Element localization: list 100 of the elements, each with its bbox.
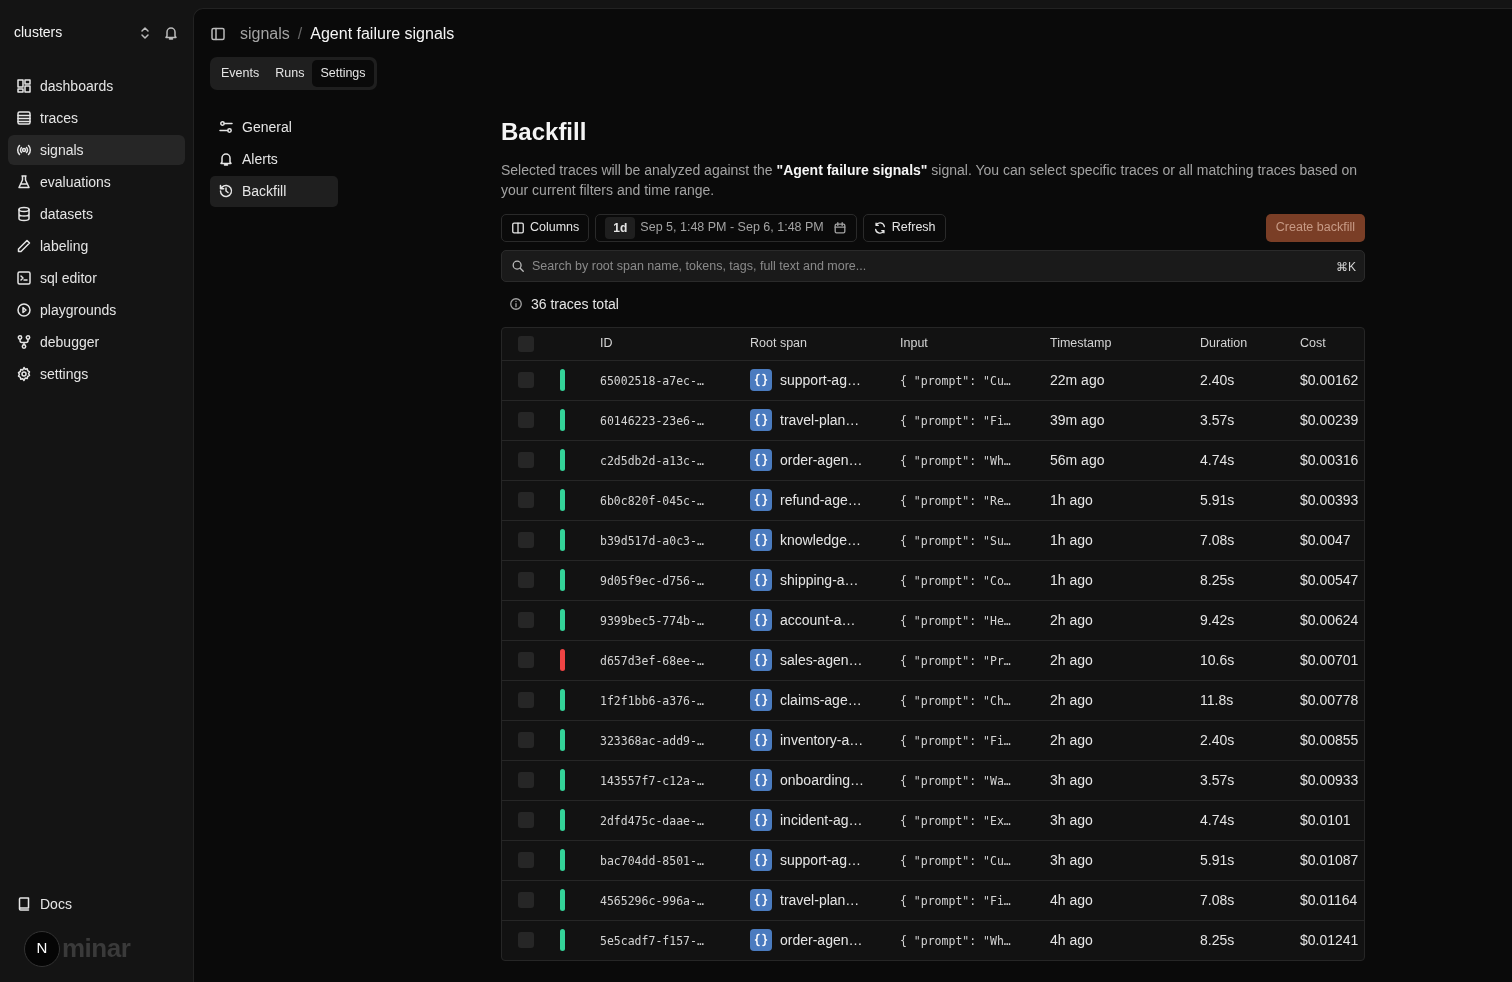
docs-link[interactable]: Docs — [8, 889, 185, 919]
tab[interactable]: Settings — [312, 60, 374, 87]
root-span-name: order-agen… — [780, 930, 863, 950]
timestamp: 4h ago — [1050, 891, 1093, 908]
input-preview: { "prompt": "Cu… — [900, 853, 1011, 868]
braces-icon — [750, 769, 772, 792]
broadcast-icon — [16, 142, 32, 158]
input-preview: { "prompt": "Cu… — [900, 373, 1011, 388]
timestamp: 3h ago — [1050, 771, 1093, 788]
duration: 3.57s — [1200, 771, 1235, 788]
braces-icon — [750, 849, 772, 872]
cost: $0.00316 — [1300, 451, 1359, 468]
settings-nav-item[interactable]: General — [210, 111, 338, 143]
trace-id[interactable]: 9d05f9ec-d756-… — [600, 573, 704, 588]
book-icon — [16, 896, 32, 912]
trace-id[interactable]: 5e5cadf7-f157-… — [600, 933, 704, 948]
duration: 7.08s — [1200, 891, 1235, 908]
timestamp: 22m ago — [1050, 371, 1105, 388]
cost: $0.01241 — [1300, 931, 1359, 948]
info-icon — [509, 297, 523, 312]
workspace-name[interactable]: clusters — [14, 22, 137, 43]
timestamp: 2h ago — [1050, 651, 1093, 668]
cost: $0.0101 — [1300, 811, 1351, 828]
sidebar-item[interactable]: evaluations — [8, 167, 185, 197]
trace-id[interactable]: 9399bec5-774b-… — [600, 613, 704, 628]
column-header: Timestamp — [1050, 335, 1113, 353]
duration: 11.8s — [1200, 691, 1234, 708]
timestamp: 3h ago — [1050, 851, 1093, 868]
refresh-button[interactable]: Refresh — [862, 213, 946, 242]
cost: $0.00547 — [1300, 571, 1359, 588]
sidebar-item[interactable]: dashboards — [8, 71, 185, 101]
braces-icon — [750, 609, 772, 632]
timestamp: 2h ago — [1050, 691, 1093, 708]
duration: 2.40s — [1200, 371, 1235, 388]
sidebar-item[interactable]: playgrounds — [8, 295, 185, 325]
root-span-name: order-agen… — [780, 450, 863, 470]
breadcrumb-link[interactable]: signals — [240, 22, 290, 46]
sidebar-item[interactable]: labeling — [8, 231, 185, 261]
description: Selected traces will be analyzed against the "Agent failure signals" signal. You can select specific traces or all matching traces based on your current filters and time range. — [501, 160, 1359, 200]
input-preview: { "prompt": "Co… — [900, 573, 1011, 588]
trace-id[interactable]: 323368ac-add9-… — [600, 733, 704, 748]
sidebar-toggle-icon[interactable] — [210, 26, 226, 42]
avatar[interactable]: N — [24, 930, 60, 967]
sidebar-item[interactable]: signals — [8, 135, 185, 165]
input-preview: { "prompt": "Ch… — [900, 693, 1011, 708]
trace-id[interactable]: 4565296c-996a-… — [600, 893, 704, 908]
duration: 5.91s — [1200, 491, 1235, 508]
shortcut-hint: ⌘K — [1336, 258, 1356, 276]
date-range-picker[interactable]: 1d Sep 5, 1:48 PM - Sep 6, 1:48 PM — [595, 213, 857, 242]
input-preview: { "prompt": "Wh… — [900, 453, 1011, 468]
columns-button[interactable]: Columns — [501, 213, 590, 242]
calendar-icon — [832, 220, 847, 235]
trace-id[interactable]: 60146223-23e6-… — [600, 413, 704, 428]
sidebar-item[interactable]: traces — [8, 103, 185, 133]
braces-icon — [750, 449, 772, 472]
root-span-name: support-ag… — [780, 370, 861, 390]
root-span-name: sales-agen… — [780, 650, 863, 670]
trace-id[interactable]: 2dfd475c-daae-… — [600, 813, 704, 828]
sidebar-item[interactable]: sql editor — [8, 263, 185, 293]
section-title: Backfill — [501, 116, 588, 147]
trace-id[interactable]: c2d5db2d-a13c-… — [600, 453, 704, 468]
tab[interactable]: Events — [213, 60, 268, 87]
cost: $0.00393 — [1300, 491, 1359, 508]
tab[interactable]: Runs — [267, 60, 313, 87]
root-span-name: incident-ag… — [780, 810, 863, 830]
trace-id[interactable]: bac704dd-8501-… — [600, 853, 704, 868]
root-span-name: shipping-a… — [780, 570, 859, 590]
grid-icon — [16, 78, 32, 94]
trace-id[interactable]: 6b0c820f-045c-… — [600, 493, 704, 508]
timestamp: 2h ago — [1050, 731, 1093, 748]
braces-icon — [750, 649, 772, 672]
input-preview: { "prompt": "Fi… — [900, 893, 1011, 908]
root-span-name: account-a… — [780, 610, 856, 630]
input-preview: { "prompt": "Su… — [900, 533, 1011, 548]
trace-id[interactable]: 143557f7-c12a-… — [600, 773, 704, 788]
column-header: ID — [600, 335, 614, 353]
column-header: Input — [900, 335, 929, 353]
input-preview: { "prompt": "Wa… — [900, 773, 1011, 788]
sidebar-item[interactable]: settings — [8, 359, 185, 389]
duration: 3.57s — [1200, 411, 1235, 428]
bell-icon — [218, 151, 234, 168]
search-icon — [511, 258, 525, 273]
notifications-bell-icon[interactable] — [163, 24, 179, 41]
cost: $0.00624 — [1300, 611, 1359, 628]
trace-id[interactable]: 65002518-a7ec-… — [600, 373, 704, 388]
column-header: Cost — [1300, 335, 1327, 353]
trace-id[interactable]: d657d3ef-68ee-… — [600, 653, 704, 668]
settings-icon — [16, 366, 32, 382]
duration: 10.6s — [1200, 651, 1235, 668]
sidebar-item[interactable]: datasets — [8, 199, 185, 229]
braces-icon — [750, 809, 772, 832]
sidebar-item[interactable]: debugger — [8, 327, 185, 357]
trace-id[interactable]: 1f2f1bb6-a376-… — [600, 693, 704, 708]
settings-nav-item[interactable]: Alerts — [210, 143, 338, 175]
timestamp: 39m ago — [1050, 411, 1105, 428]
settings-nav-item[interactable]: Backfill — [210, 175, 338, 207]
duration: 7.08s — [1200, 531, 1235, 548]
trace-id[interactable]: b39d517d-a0c3-… — [600, 533, 704, 548]
braces-icon — [750, 729, 772, 752]
flask-icon — [16, 174, 32, 190]
